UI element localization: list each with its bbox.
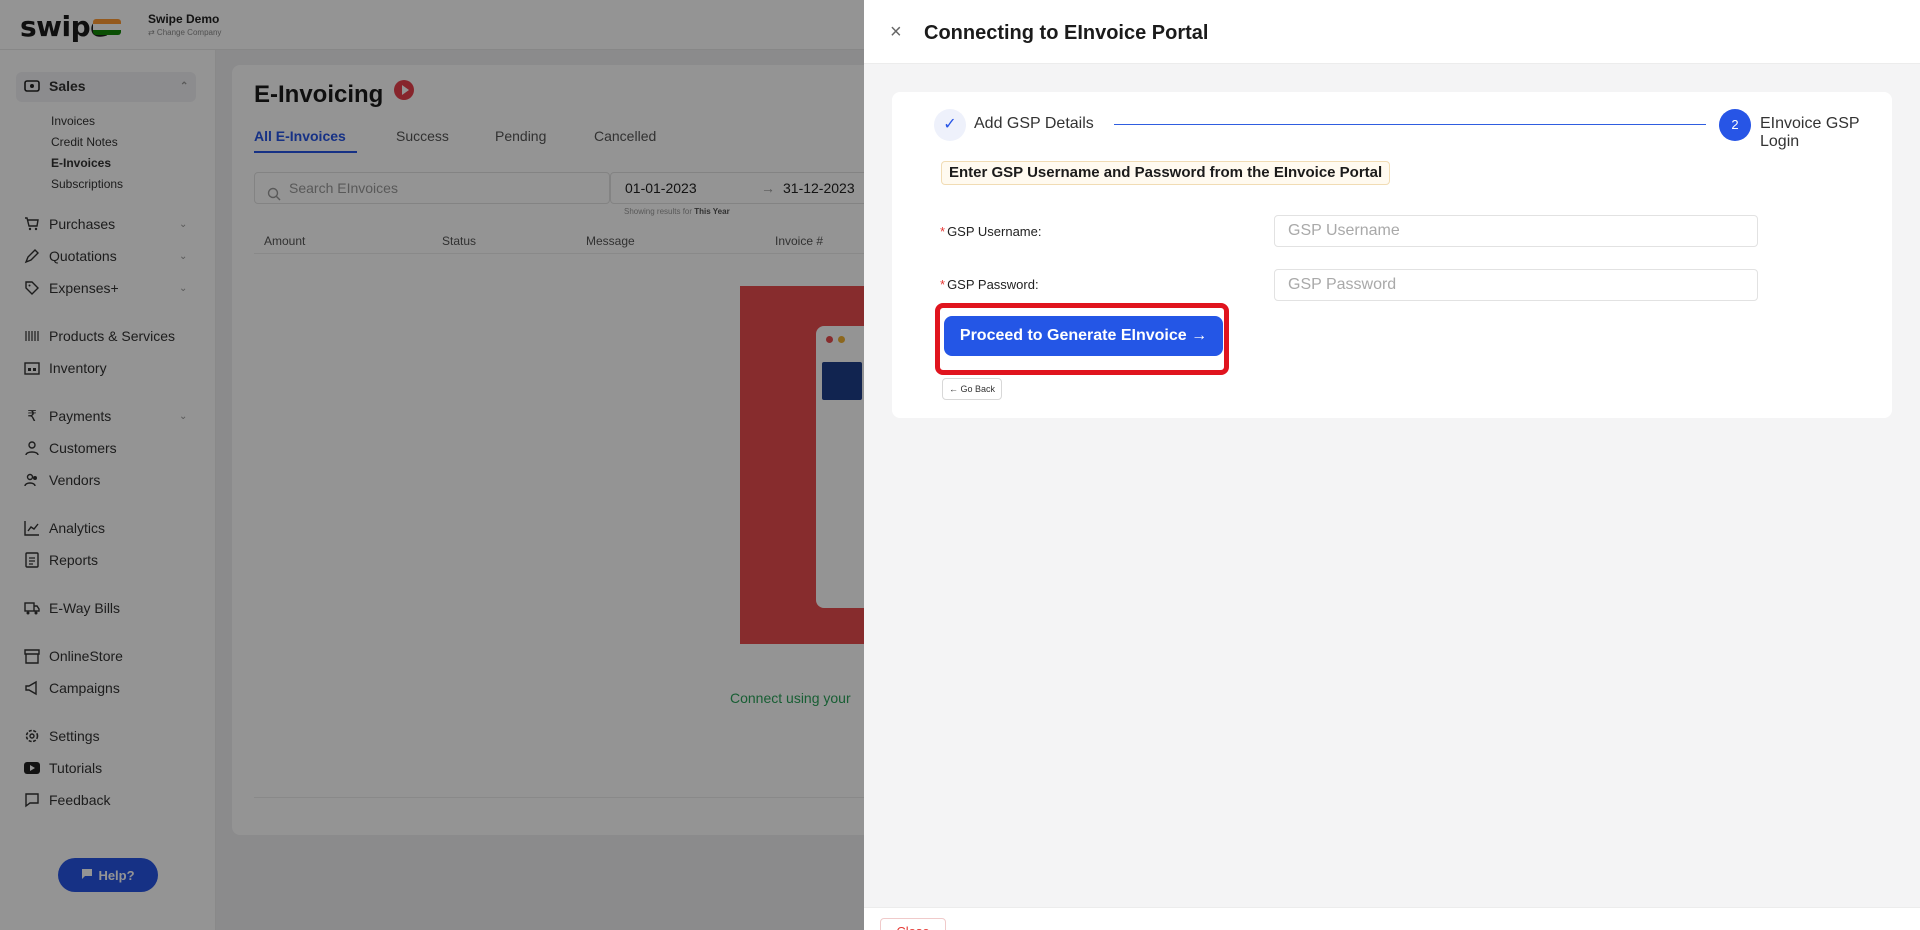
- drawer-header: × Connecting to EInvoice Portal: [864, 0, 1920, 64]
- gsp-username-label: * GSP Username:: [940, 224, 1041, 239]
- stepper-connector: [1114, 124, 1706, 125]
- drawer-footer: Close: [864, 907, 1920, 930]
- gsp-password-input[interactable]: [1274, 269, 1758, 301]
- step-2-label: EInvoice GSP Login: [1760, 115, 1860, 150]
- required-asterisk: *: [940, 277, 946, 292]
- gsp-username-label-text: GSP Username:: [947, 224, 1042, 239]
- close-button[interactable]: Close: [880, 918, 946, 930]
- gsp-password-label-text: GSP Password:: [947, 277, 1039, 292]
- go-back-button[interactable]: ← Go Back: [942, 378, 1003, 400]
- step-2-number: 2: [1719, 109, 1751, 141]
- einvoice-connect-drawer: × Connecting to EInvoice Portal ✓ Add GS…: [864, 0, 1920, 930]
- gsp-username-input[interactable]: [1274, 215, 1758, 247]
- proceed-generate-einvoice-button[interactable]: Proceed to Generate EInvoice →: [944, 316, 1223, 356]
- gsp-password-label: * GSP Password:: [940, 277, 1039, 292]
- step-complete-check-icon: ✓: [934, 109, 966, 141]
- step-1-label[interactable]: Add GSP Details: [974, 115, 1094, 133]
- gsp-login-card: ✓ Add GSP Details 2 EInvoice GSP Login E…: [892, 92, 1892, 418]
- instruction-banner: Enter GSP Username and Password from the…: [941, 161, 1391, 185]
- modal-backdrop[interactable]: [0, 0, 864, 930]
- required-asterisk: *: [940, 224, 946, 239]
- close-icon[interactable]: ×: [890, 22, 902, 42]
- drawer-title: Connecting to EInvoice Portal: [924, 22, 1209, 44]
